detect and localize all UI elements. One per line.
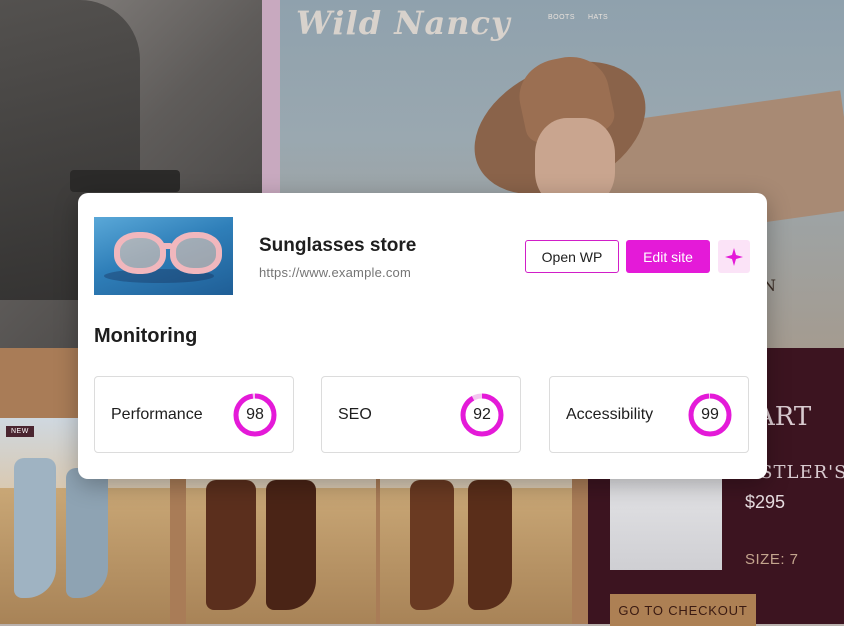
site-url[interactable]: https://www.example.com [259, 265, 411, 280]
new-badge: NEW [6, 426, 34, 437]
brand-logo[interactable]: Wild Nancy [296, 4, 511, 42]
monitoring-title: Monitoring [94, 325, 198, 347]
metric-label: SEO [338, 406, 372, 423]
metric-label: Accessibility [566, 406, 654, 423]
nav-boots[interactable]: BOOTS [548, 14, 575, 21]
ai-assistant-button[interactable] [718, 240, 750, 273]
site-title: Sunglasses store [259, 235, 417, 256]
open-wp-button[interactable]: Open WP [525, 240, 619, 273]
cart-product-image [610, 478, 722, 570]
edit-site-button[interactable]: Edit site [626, 240, 710, 273]
bench [70, 170, 180, 192]
checkout-button[interactable]: GO TO CHECKOUT [610, 594, 756, 626]
sparkle-icon [725, 247, 743, 266]
metric-score: 98 [246, 406, 264, 423]
site-thumbnail[interactable] [94, 217, 233, 295]
metric-score: 99 [701, 406, 719, 423]
nav-hats[interactable]: HATS [588, 14, 608, 21]
metric-score: 92 [473, 406, 491, 423]
metric-card-performance[interactable]: Performance 98 [94, 376, 294, 453]
site-card: Sunglasses store https://www.example.com… [78, 193, 767, 479]
cart-price: $295 [745, 492, 786, 512]
metric-card-seo[interactable]: SEO 92 [321, 376, 521, 453]
cart-size: SIZE: 7 [745, 551, 799, 568]
metric-label: Performance [111, 406, 203, 423]
metric-card-accessibility[interactable]: Accessibility 99 [549, 376, 749, 453]
